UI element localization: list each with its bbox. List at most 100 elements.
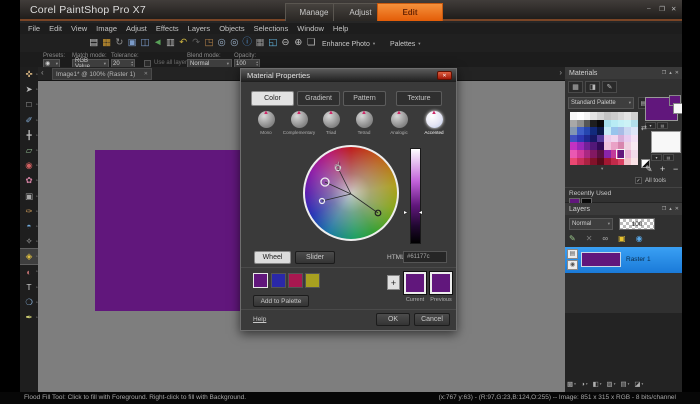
find-icon[interactable]: ◎: [216, 36, 228, 49]
makeover-tool[interactable]: ✿ ▸: [20, 173, 38, 188]
palette-swatch[interactable]: [631, 112, 638, 120]
save-icon[interactable]: ▣: [126, 36, 138, 49]
recent-material-swatch[interactable]: [288, 273, 303, 288]
palette-swatch[interactable]: [611, 120, 618, 128]
brightness-slider[interactable]: [410, 148, 421, 244]
palette-swatch[interactable]: [584, 135, 591, 143]
palette-swatch[interactable]: [590, 150, 597, 158]
tab-texture[interactable]: Texture: [396, 91, 442, 106]
float-panel-icon[interactable]: ❐: [662, 70, 666, 76]
palette-swatch[interactable]: [570, 158, 577, 166]
print-icon[interactable]: ▥: [165, 36, 177, 49]
palette-swatch[interactable]: [624, 158, 631, 166]
slider-marker-left-icon[interactable]: ▸: [404, 209, 407, 216]
palette-swatch[interactable]: [604, 142, 611, 150]
new-layer-icon[interactable]: ✎: [569, 234, 576, 243]
float-panel-icon[interactable]: ❐: [662, 206, 666, 212]
palette-swatch[interactable]: [604, 120, 611, 128]
palette-swatch[interactable]: [597, 158, 604, 166]
pin-panel-icon[interactable]: ▴: [669, 206, 672, 212]
background-swatch[interactable]: [651, 131, 681, 153]
slider-marker-right-icon[interactable]: ▸: [419, 209, 422, 216]
palette-swatch[interactable]: [611, 127, 618, 135]
menu-item[interactable]: Help: [333, 24, 348, 33]
recent-material-swatch[interactable]: [271, 273, 286, 288]
highlight-layer-icon[interactable]: ◉: [636, 234, 643, 243]
menu-item[interactable]: Window: [297, 24, 324, 33]
palette-swatch[interactable]: [577, 112, 584, 120]
share-icon[interactable]: ◄: [152, 36, 164, 49]
delete-layer-icon[interactable]: ✕: [586, 234, 593, 243]
palette-swatch[interactable]: [577, 127, 584, 135]
pen-tool[interactable]: ✒ ▸: [20, 310, 38, 325]
layer-blend-select[interactable]: Normal ▾: [569, 218, 613, 230]
harmony-tetrad[interactable]: ▲ Tetrad: [347, 111, 381, 135]
palettes-button[interactable]: Palettes ▾: [390, 38, 421, 50]
airbrush-tool[interactable]: ✧ ▸: [20, 234, 38, 249]
color-changer-tool[interactable]: ◐ ▸: [20, 264, 38, 279]
palette-swatch[interactable]: [597, 142, 604, 150]
menu-item[interactable]: File: [28, 24, 40, 33]
more-swatches-icon[interactable]: ▾: [601, 166, 603, 172]
dropper-tool[interactable]: ✐ ▸: [20, 113, 38, 128]
palette-swatch[interactable]: [624, 120, 631, 128]
brush-view-icon[interactable]: ✎: [602, 81, 617, 93]
gradient-toggle-icon[interactable]: ◧ ▾: [593, 380, 602, 388]
harmony-accented[interactable]: ▲ Accented: [417, 111, 451, 135]
recent-material-swatch[interactable]: [305, 273, 320, 288]
palette-swatch[interactable]: [584, 112, 591, 120]
close-panel-icon[interactable]: ✕: [675, 70, 679, 76]
pan-tool[interactable]: ✜ ▸: [20, 67, 38, 82]
palette-swatch[interactable]: [570, 135, 577, 143]
enhance-photo-button[interactable]: Enhance Photo ▾: [322, 38, 375, 50]
palette-swatch[interactable]: [577, 150, 584, 158]
palette-swatch[interactable]: [604, 135, 611, 143]
menu-item[interactable]: Edit: [49, 24, 62, 33]
resize-icon[interactable]: ◳: [203, 36, 215, 49]
all-tools-checkbox[interactable]: ✓: [635, 177, 642, 184]
lock-transparency-icon[interactable]: ▣: [618, 234, 626, 243]
palette-swatch[interactable]: [597, 112, 604, 120]
palette-swatch[interactable]: [624, 112, 631, 120]
palette-swatch[interactable]: [590, 135, 597, 143]
palette-swatch[interactable]: [577, 158, 584, 166]
palette-swatch[interactable]: [597, 127, 604, 135]
palette-swatch[interactable]: [590, 142, 597, 150]
menu-item[interactable]: Image: [96, 24, 117, 33]
menu-item[interactable]: View: [71, 24, 87, 33]
palette-swatch[interactable]: [624, 150, 631, 158]
selection-tool[interactable]: □ ▸: [20, 97, 38, 112]
menu-item[interactable]: Layers: [188, 24, 211, 33]
palette-swatch[interactable]: [618, 112, 625, 120]
close-icon[interactable]: ✕: [671, 5, 676, 13]
tab-color[interactable]: Color: [251, 91, 294, 106]
picture-tube-tool[interactable]: ◓ ▸: [20, 219, 38, 234]
twain-acquire-icon[interactable]: ↻: [114, 36, 126, 49]
palette-swatch[interactable]: [604, 158, 611, 166]
palette-swatch[interactable]: [590, 120, 597, 128]
redo-icon[interactable]: ↷: [190, 36, 202, 49]
pick-tool[interactable]: ➤ ▸: [20, 82, 38, 97]
bg-texture-button[interactable]: ▤: [663, 154, 674, 161]
palette-swatch[interactable]: [631, 127, 638, 135]
info-icon[interactable]: ⓘ: [241, 36, 253, 49]
add-to-palette-button[interactable]: Add to Palette: [253, 295, 309, 307]
materials-toggle-icon[interactable]: ▩ ▾: [567, 380, 576, 388]
pin-panel-icon[interactable]: ▴: [669, 70, 672, 76]
texture-toggle-icon[interactable]: ▤ ▾: [620, 380, 629, 388]
wheel-button[interactable]: Wheel: [254, 251, 291, 264]
remove-swatch-icon[interactable]: −: [673, 164, 678, 174]
harmony-complementary[interactable]: ▲ Complementary: [282, 111, 316, 135]
minimize-icon[interactable]: –: [647, 5, 651, 12]
dialog-title-bar[interactable]: Material Properties ✕: [241, 69, 456, 82]
harmony-mono[interactable]: ▲ Mono: [249, 111, 283, 135]
palette-swatch[interactable]: [590, 158, 597, 166]
grid-icon[interactable]: ▦: [254, 36, 266, 49]
paint-brush-tool[interactable]: ✑ ▸: [20, 204, 38, 219]
scroll-left-icon[interactable]: ‹: [41, 68, 44, 77]
menu-item[interactable]: Adjust: [126, 24, 147, 33]
palette-swatch[interactable]: [590, 127, 597, 135]
palette-swatch[interactable]: [597, 120, 604, 128]
close-panel-icon[interactable]: ✕: [675, 206, 679, 212]
document-tab[interactable]: Image1* @ 100% (Raster 1) ✕: [52, 68, 152, 80]
